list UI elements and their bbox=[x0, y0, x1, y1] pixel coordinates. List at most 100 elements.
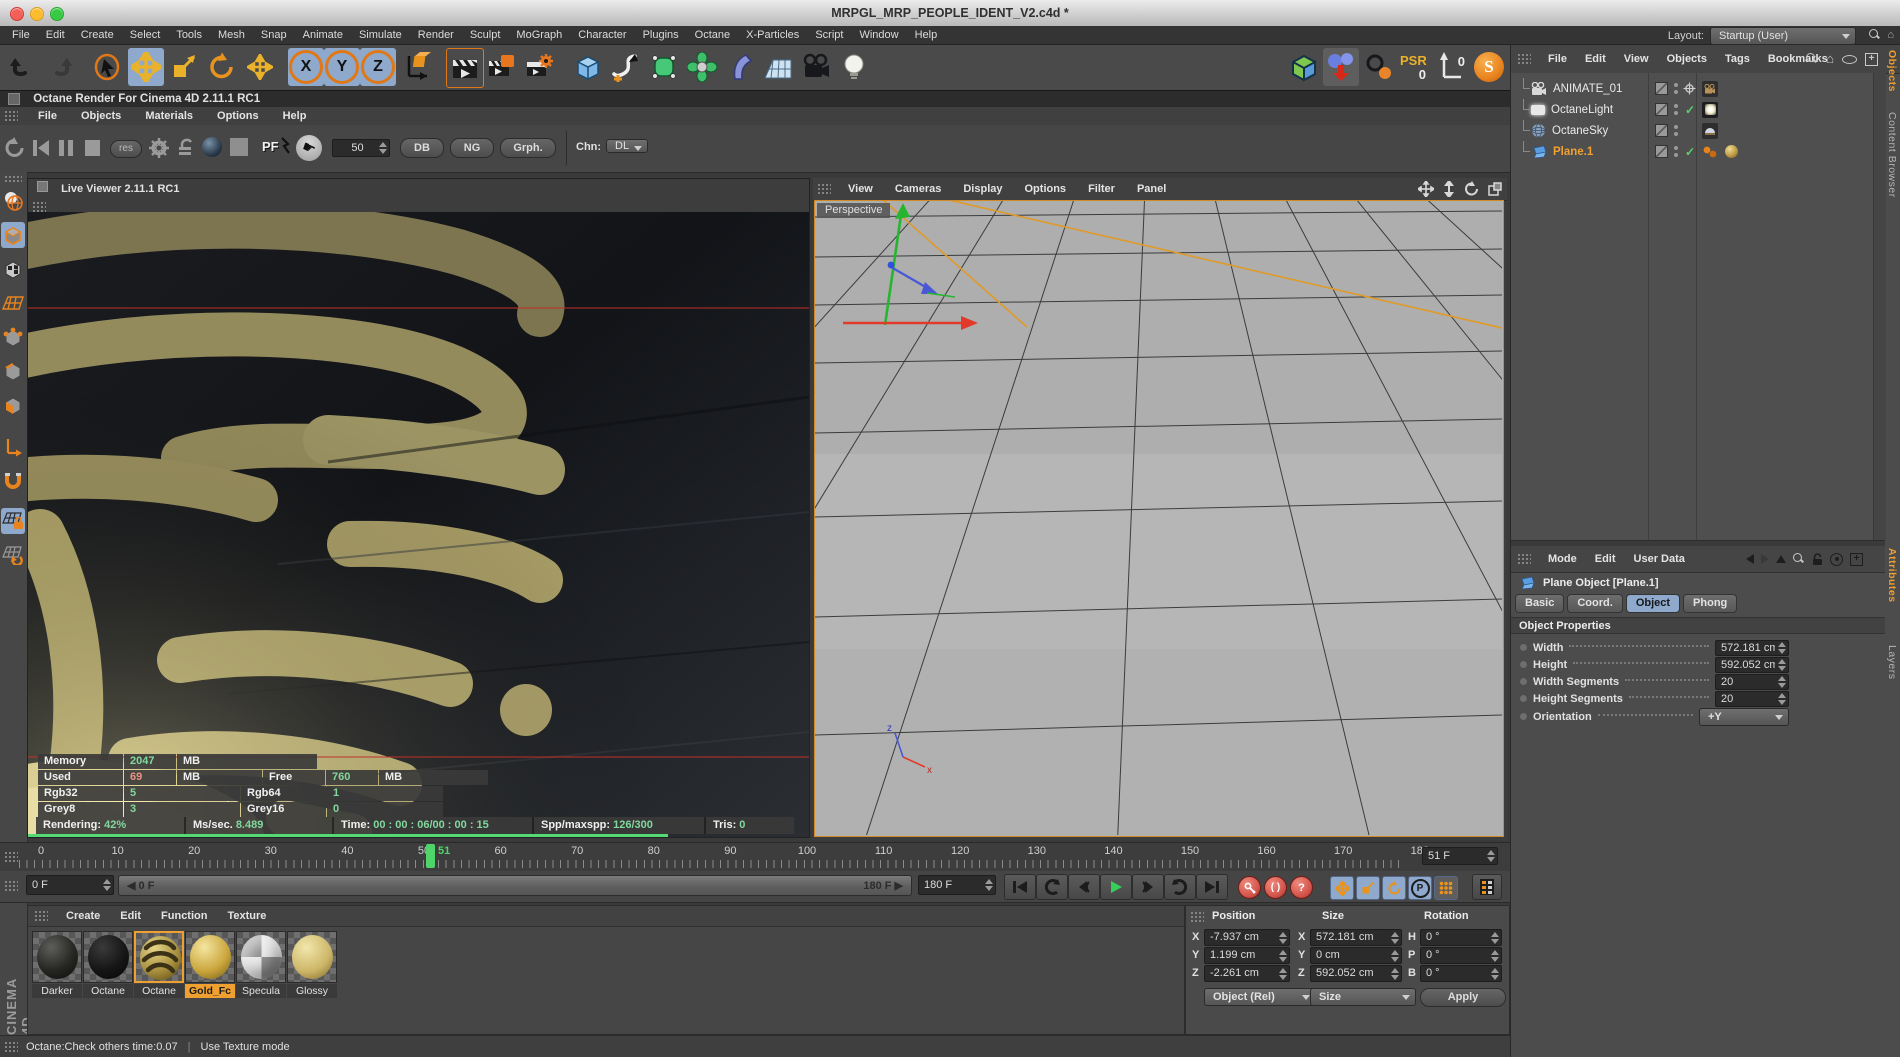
points-mode-button[interactable] bbox=[1, 324, 25, 350]
home-icon[interactable]: ⌂ bbox=[1887, 29, 1894, 41]
object-row-octanelight[interactable]: OctaneLight ✓ bbox=[1511, 99, 1885, 120]
resolution-button[interactable]: res bbox=[110, 140, 142, 158]
menu-help[interactable]: Help bbox=[907, 29, 946, 41]
enable-dots-icon[interactable] bbox=[1674, 104, 1678, 115]
object-name[interactable]: OctaneLight bbox=[1551, 104, 1613, 116]
orientation-dropdown[interactable]: +Y bbox=[1699, 707, 1789, 726]
menu-window[interactable]: Window bbox=[851, 29, 906, 41]
range-end-field[interactable]: 180 F bbox=[918, 875, 996, 895]
render-canvas[interactable]: Memory 2047 MB Used 69 MB Free 760 MB Rg… bbox=[28, 212, 809, 837]
layer-box-icon[interactable] bbox=[1655, 82, 1668, 95]
new-panel-icon[interactable]: + bbox=[1850, 552, 1863, 566]
enable-dots-icon[interactable] bbox=[1674, 83, 1678, 94]
region-button[interactable] bbox=[230, 138, 248, 156]
drag-grip-icon[interactable] bbox=[1190, 911, 1204, 923]
max-samples-field[interactable]: 50 bbox=[332, 139, 390, 157]
mat-menu-edit[interactable]: Edit bbox=[110, 910, 151, 922]
menu-mesh[interactable]: Mesh bbox=[210, 29, 253, 41]
drag-grip-icon[interactable] bbox=[1517, 53, 1531, 65]
am-menu-mode[interactable]: Mode bbox=[1539, 553, 1586, 565]
workplane-align-button[interactable] bbox=[1, 542, 25, 568]
viewport-menu-filter[interactable]: Filter bbox=[1077, 183, 1126, 195]
stepper-icon[interactable] bbox=[103, 879, 111, 891]
mat-menu-texture[interactable]: Texture bbox=[217, 910, 276, 922]
side-tab-objects[interactable]: Objects bbox=[1886, 50, 1898, 92]
stepper-icon[interactable] bbox=[1391, 967, 1399, 980]
menu-render[interactable]: Render bbox=[410, 29, 462, 41]
drag-grip-icon[interactable] bbox=[817, 183, 831, 195]
rotation-p-field[interactable]: 0 ° bbox=[1420, 947, 1502, 964]
keyframe-bullet-icon[interactable] bbox=[1519, 643, 1528, 652]
y-axis-lock-button[interactable]: Y bbox=[324, 48, 360, 86]
menu-select[interactable]: Select bbox=[122, 29, 169, 41]
live-viewer-grip[interactable] bbox=[28, 199, 809, 213]
tab-object[interactable]: Object bbox=[1625, 594, 1681, 613]
scene-cube-button[interactable] bbox=[1286, 48, 1322, 86]
material-item[interactable]: Glossy bbox=[287, 931, 337, 998]
stepper-icon[interactable] bbox=[1279, 931, 1287, 944]
enabled-check-icon[interactable]: ✓ bbox=[1683, 145, 1697, 159]
side-tab-attributes[interactable]: Attributes bbox=[1886, 548, 1898, 603]
size-x-field[interactable]: 572.181 cm bbox=[1310, 929, 1402, 946]
render-settings-button[interactable] bbox=[522, 48, 558, 86]
viewport-menu-display[interactable]: Display bbox=[952, 183, 1013, 195]
close-window-icon[interactable] bbox=[10, 7, 24, 21]
stepper-icon[interactable] bbox=[985, 879, 993, 891]
material-name[interactable]: Glossy bbox=[287, 984, 337, 998]
octane-menu-materials[interactable]: Materials bbox=[133, 110, 205, 122]
stepper-icon[interactable] bbox=[1778, 641, 1786, 654]
skip-start-button[interactable] bbox=[30, 137, 52, 159]
object-properties-header[interactable]: Object Properties bbox=[1511, 617, 1885, 634]
camera-tag-icon[interactable] bbox=[1702, 80, 1718, 97]
menu-animate[interactable]: Animate bbox=[295, 29, 351, 41]
stepper-icon[interactable] bbox=[1491, 967, 1499, 980]
om-menu-file[interactable]: File bbox=[1539, 53, 1576, 65]
rotation-h-field[interactable]: 0 ° bbox=[1420, 929, 1502, 946]
track-icon[interactable] bbox=[1830, 552, 1843, 566]
mat-menu-function[interactable]: Function bbox=[151, 910, 217, 922]
stepper-icon[interactable] bbox=[1279, 949, 1287, 962]
current-frame-field[interactable]: 51 F bbox=[1422, 847, 1498, 865]
zoom-window-icon[interactable] bbox=[50, 7, 64, 21]
object-row-plane1[interactable]: Plane.1 ✓ bbox=[1511, 141, 1885, 162]
drag-grip-icon[interactable] bbox=[4, 110, 18, 122]
menu-mograph[interactable]: MoGraph bbox=[508, 29, 570, 41]
camera-button[interactable] bbox=[798, 48, 834, 86]
previous-frame-button[interactable] bbox=[1068, 874, 1100, 900]
object-row-animate01[interactable]: ANIMATE_01 bbox=[1511, 78, 1885, 99]
move-tool-button[interactable] bbox=[128, 48, 164, 86]
layer-box-icon[interactable] bbox=[1655, 124, 1668, 137]
pause-render-button[interactable] bbox=[56, 137, 76, 159]
drag-grip-icon[interactable] bbox=[4, 175, 22, 183]
layer-box-icon[interactable] bbox=[1655, 103, 1668, 116]
subdivision-surface-button[interactable] bbox=[646, 48, 682, 86]
drag-grip-icon[interactable] bbox=[4, 1041, 18, 1053]
material-item[interactable]: Specula bbox=[236, 931, 286, 998]
floor-button[interactable] bbox=[760, 48, 796, 86]
parent-object-icon[interactable] bbox=[1776, 555, 1786, 563]
menu-file[interactable]: File bbox=[4, 29, 38, 41]
stepper-icon[interactable] bbox=[1778, 658, 1786, 671]
menu-xparticles[interactable]: X-Particles bbox=[738, 29, 807, 41]
render-picture-viewer-button[interactable] bbox=[484, 48, 520, 86]
drag-grip-icon[interactable] bbox=[34, 910, 48, 922]
stepper-icon[interactable] bbox=[1491, 931, 1499, 944]
om-menu-edit[interactable]: Edit bbox=[1576, 53, 1615, 65]
workplane-lock-button[interactable] bbox=[1, 508, 25, 534]
material-item[interactable]: Darker bbox=[32, 931, 82, 998]
last-tool-button[interactable] bbox=[242, 48, 278, 86]
texture-mode-button[interactable] bbox=[1, 256, 25, 282]
record-position-toggle[interactable] bbox=[1330, 876, 1354, 900]
material-name[interactable]: Octane bbox=[134, 984, 184, 998]
channel-dropdown[interactable]: DL bbox=[606, 139, 649, 153]
home-icon[interactable]: ⌂ bbox=[1826, 52, 1834, 65]
height-segments-field[interactable]: 20 bbox=[1715, 690, 1789, 707]
object-name[interactable]: OctaneSky bbox=[1552, 125, 1608, 137]
psr-reset-button[interactable]: PSR 0 bbox=[1397, 48, 1433, 86]
material-item[interactable]: Gold_Fc bbox=[185, 931, 235, 998]
layer-box-icon[interactable] bbox=[1655, 145, 1668, 158]
redo-button[interactable] bbox=[42, 48, 78, 86]
size-z-field[interactable]: 592.052 cm bbox=[1310, 965, 1402, 982]
mograph-cloner-button[interactable] bbox=[684, 48, 720, 86]
lock-icon[interactable] bbox=[1812, 552, 1823, 566]
